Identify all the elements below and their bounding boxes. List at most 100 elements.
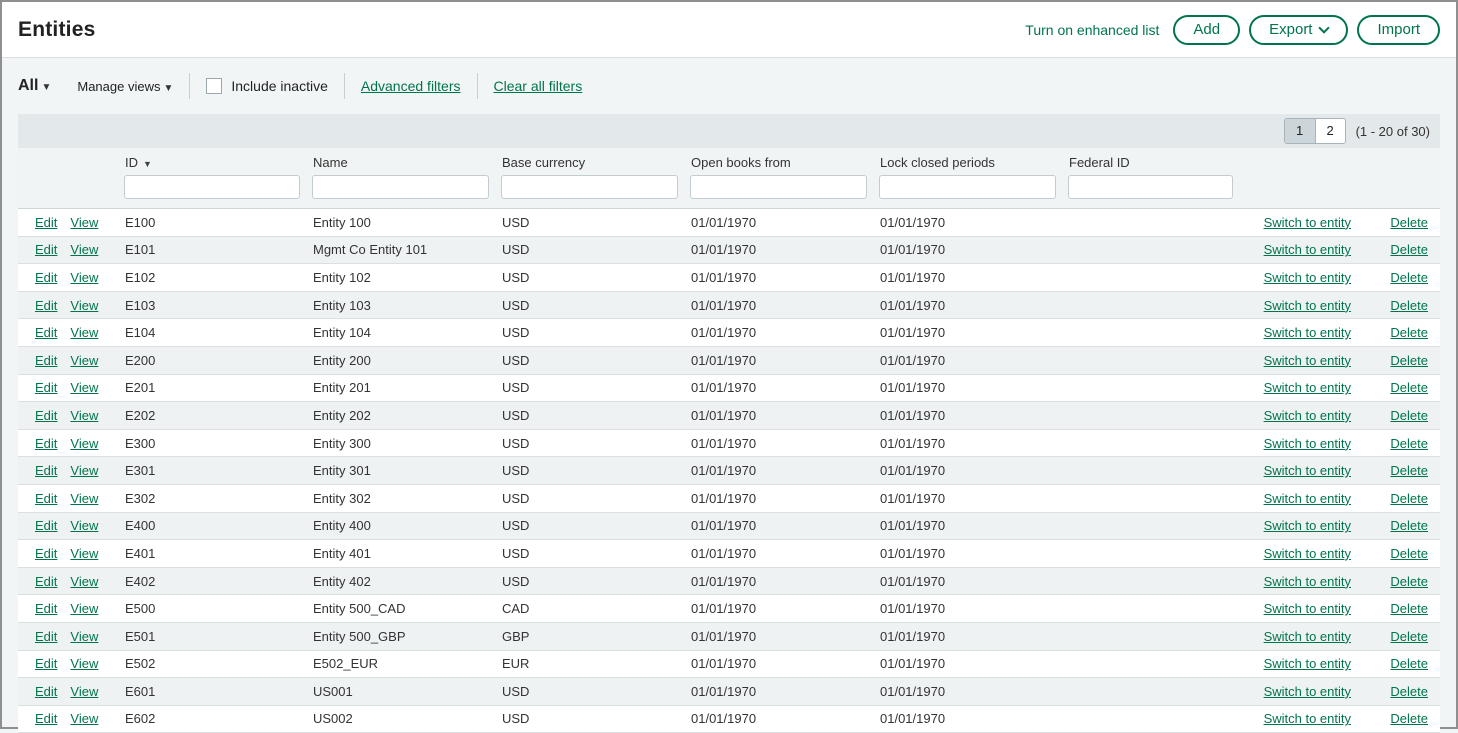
column-header-open-books-from[interactable]: Open books from	[689, 155, 878, 170]
delete-link[interactable]: Delete	[1390, 629, 1428, 644]
switch-to-entity-link[interactable]: Switch to entity	[1264, 270, 1351, 285]
column-header-id[interactable]: ID▼	[123, 155, 311, 170]
column-header-lock-closed-periods[interactable]: Lock closed periods	[878, 155, 1067, 170]
edit-link[interactable]: Edit	[35, 408, 57, 423]
edit-link[interactable]: Edit	[35, 242, 57, 257]
switch-to-entity-link[interactable]: Switch to entity	[1264, 574, 1351, 589]
edit-link[interactable]: Edit	[35, 601, 57, 616]
edit-link[interactable]: Edit	[35, 215, 57, 230]
cell-base-currency: USD	[500, 491, 689, 506]
switch-to-entity-link[interactable]: Switch to entity	[1264, 656, 1351, 671]
view-link[interactable]: View	[70, 656, 98, 671]
view-link[interactable]: View	[70, 242, 98, 257]
federal-id-filter-input[interactable]	[1068, 175, 1233, 199]
edit-link[interactable]: Edit	[35, 491, 57, 506]
add-button[interactable]: Add	[1173, 15, 1240, 45]
export-button[interactable]: Export	[1249, 15, 1348, 45]
base-currency-filter-input[interactable]	[501, 175, 678, 199]
switch-to-entity-link[interactable]: Switch to entity	[1264, 353, 1351, 368]
switch-to-entity-link[interactable]: Switch to entity	[1264, 491, 1351, 506]
delete-link[interactable]: Delete	[1390, 270, 1428, 285]
delete-link[interactable]: Delete	[1390, 325, 1428, 340]
lock-closed-periods-filter-input[interactable]	[879, 175, 1056, 199]
column-header-name[interactable]: Name	[311, 155, 500, 170]
view-link[interactable]: View	[70, 325, 98, 340]
switch-to-entity-link[interactable]: Switch to entity	[1264, 436, 1351, 451]
delete-link[interactable]: Delete	[1390, 518, 1428, 533]
delete-link[interactable]: Delete	[1390, 601, 1428, 616]
delete-link[interactable]: Delete	[1390, 380, 1428, 395]
delete-link[interactable]: Delete	[1390, 242, 1428, 257]
delete-link[interactable]: Delete	[1390, 546, 1428, 561]
turn-on-enhanced-list-link[interactable]: Turn on enhanced list	[1025, 22, 1159, 38]
view-link[interactable]: View	[70, 684, 98, 699]
view-link[interactable]: View	[70, 436, 98, 451]
view-link[interactable]: View	[70, 215, 98, 230]
edit-link[interactable]: Edit	[35, 574, 57, 589]
advanced-filters-link[interactable]: Advanced filters	[361, 78, 461, 94]
include-inactive-checkbox[interactable]	[206, 78, 222, 94]
switch-to-entity-link[interactable]: Switch to entity	[1264, 601, 1351, 616]
open-books-from-filter-input[interactable]	[690, 175, 867, 199]
edit-link[interactable]: Edit	[35, 380, 57, 395]
view-link[interactable]: View	[70, 546, 98, 561]
edit-link[interactable]: Edit	[35, 463, 57, 478]
edit-link[interactable]: Edit	[35, 270, 57, 285]
switch-to-entity-link[interactable]: Switch to entity	[1264, 684, 1351, 699]
import-button[interactable]: Import	[1357, 15, 1440, 45]
delete-link[interactable]: Delete	[1390, 711, 1428, 726]
switch-to-entity-link[interactable]: Switch to entity	[1264, 380, 1351, 395]
edit-link[interactable]: Edit	[35, 518, 57, 533]
view-link[interactable]: View	[70, 491, 98, 506]
view-link[interactable]: View	[70, 601, 98, 616]
delete-link[interactable]: Delete	[1390, 491, 1428, 506]
view-link[interactable]: View	[70, 353, 98, 368]
view-link[interactable]: View	[70, 380, 98, 395]
switch-to-entity-link[interactable]: Switch to entity	[1264, 325, 1351, 340]
view-link[interactable]: View	[70, 518, 98, 533]
edit-link[interactable]: Edit	[35, 353, 57, 368]
page-button-2[interactable]: 2	[1315, 119, 1345, 143]
column-header-base-currency[interactable]: Base currency	[500, 155, 689, 170]
edit-link[interactable]: Edit	[35, 436, 57, 451]
edit-link[interactable]: Edit	[35, 684, 57, 699]
view-link[interactable]: View	[70, 408, 98, 423]
delete-link[interactable]: Delete	[1390, 353, 1428, 368]
switch-to-entity-link[interactable]: Switch to entity	[1264, 546, 1351, 561]
delete-link[interactable]: Delete	[1390, 408, 1428, 423]
edit-link[interactable]: Edit	[35, 325, 57, 340]
switch-to-entity-link[interactable]: Switch to entity	[1264, 408, 1351, 423]
delete-link[interactable]: Delete	[1390, 215, 1428, 230]
delete-link[interactable]: Delete	[1390, 684, 1428, 699]
view-link[interactable]: View	[70, 463, 98, 478]
view-link[interactable]: View	[70, 711, 98, 726]
view-selector-dropdown[interactable]: All▼	[18, 77, 51, 95]
name-filter-input[interactable]	[312, 175, 489, 199]
edit-link[interactable]: Edit	[35, 656, 57, 671]
switch-to-entity-link[interactable]: Switch to entity	[1264, 463, 1351, 478]
column-header-federal-id[interactable]: Federal ID	[1067, 155, 1244, 170]
switch-to-entity-link[interactable]: Switch to entity	[1264, 711, 1351, 726]
edit-link[interactable]: Edit	[35, 546, 57, 561]
delete-link[interactable]: Delete	[1390, 298, 1428, 313]
view-link[interactable]: View	[70, 574, 98, 589]
edit-link[interactable]: Edit	[35, 711, 57, 726]
delete-link[interactable]: Delete	[1390, 574, 1428, 589]
switch-to-entity-link[interactable]: Switch to entity	[1264, 215, 1351, 230]
id-filter-input[interactable]	[124, 175, 300, 199]
edit-link[interactable]: Edit	[35, 298, 57, 313]
clear-all-filters-link[interactable]: Clear all filters	[494, 78, 583, 94]
view-link[interactable]: View	[70, 629, 98, 644]
switch-to-entity-link[interactable]: Switch to entity	[1264, 518, 1351, 533]
view-link[interactable]: View	[70, 298, 98, 313]
switch-to-entity-link[interactable]: Switch to entity	[1264, 298, 1351, 313]
view-link[interactable]: View	[70, 270, 98, 285]
switch-to-entity-link[interactable]: Switch to entity	[1264, 629, 1351, 644]
switch-to-entity-link[interactable]: Switch to entity	[1264, 242, 1351, 257]
manage-views-dropdown[interactable]: Manage views▼	[77, 79, 173, 94]
delete-link[interactable]: Delete	[1390, 436, 1428, 451]
delete-link[interactable]: Delete	[1390, 656, 1428, 671]
edit-link[interactable]: Edit	[35, 629, 57, 644]
page-button-1[interactable]: 1	[1285, 119, 1315, 143]
delete-link[interactable]: Delete	[1390, 463, 1428, 478]
